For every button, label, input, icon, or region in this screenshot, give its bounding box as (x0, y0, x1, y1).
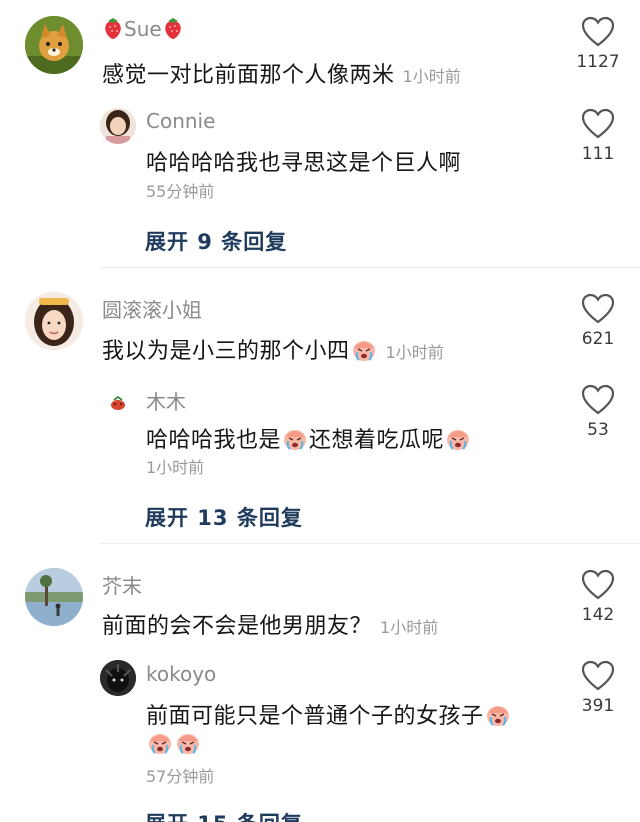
reply-author[interactable]: Connie (146, 109, 215, 133)
heart-outline-icon (581, 108, 615, 139)
like-button[interactable]: 53 (574, 384, 622, 440)
strawberry-icon (102, 16, 124, 40)
crying-emoji-icon (485, 703, 511, 727)
crying-emoji-icon (175, 731, 201, 755)
crying-emoji-icon (445, 427, 471, 451)
like-button[interactable]: 1127 (574, 16, 622, 72)
like-count: 391 (581, 696, 615, 716)
reply-time: 1小时前 (146, 458, 205, 477)
avatar[interactable] (25, 568, 83, 626)
like-button[interactable]: 142 (574, 569, 622, 625)
comment-time: 1小时前 (380, 618, 439, 637)
divider (100, 267, 640, 268)
crying-emoji-icon (282, 427, 308, 451)
avatar[interactable] (25, 16, 83, 74)
comment-author[interactable]: 芥末 (102, 570, 142, 599)
like-count: 621 (581, 329, 615, 349)
reply-body: 哈哈哈我也是 (146, 428, 282, 453)
like-count: 53 (587, 420, 609, 440)
heart-outline-icon (581, 569, 615, 600)
comment-time: 1小时前 (402, 67, 461, 86)
divider (100, 543, 640, 544)
author-name: Sue (124, 17, 162, 41)
heart-outline-icon (581, 293, 615, 324)
like-count: 111 (581, 144, 615, 164)
crying-emoji-icon (351, 338, 377, 362)
reply-body: 前面可能只是个普通个子的女孩子 (146, 704, 484, 729)
avatar[interactable] (100, 660, 136, 696)
comment-body: 我以为是小三的那个小四 (102, 339, 350, 364)
comment-author[interactable]: Sue (102, 16, 184, 41)
avatar[interactable] (100, 108, 136, 144)
like-button[interactable]: 111 (574, 108, 622, 164)
reply-author[interactable]: kokoyo (146, 662, 216, 686)
strawberry-icon (162, 16, 184, 40)
expand-replies-link[interactable]: 展开 15 条回复 (145, 808, 303, 822)
like-count: 142 (581, 605, 615, 625)
reply-text[interactable]: 哈哈哈我也是 还想着吃瓜呢 (146, 422, 472, 454)
avatar[interactable] (25, 292, 83, 350)
reply-emoji-line (146, 731, 202, 757)
comment-author[interactable]: 圆滚滚小姐 (102, 294, 202, 323)
expand-replies-link[interactable]: 展开 13 条回复 (145, 502, 303, 532)
comment-text[interactable]: 我以为是小三的那个小四 1小时前 (102, 333, 444, 365)
reply-time: 55分钟前 (146, 182, 215, 201)
reply-author[interactable]: 木木 (146, 386, 186, 415)
reply-body: 还想着吃瓜呢 (309, 428, 445, 453)
comment-body: 前面的会不会是他男朋友？ (102, 614, 373, 639)
comment-text[interactable]: 感觉一对比前面那个人像两米 1小时前 (102, 57, 461, 89)
comment-body: 感觉一对比前面那个人像两米 (102, 63, 395, 88)
like-button[interactable]: 391 (574, 660, 622, 716)
reply-text[interactable]: 哈哈哈哈我也寻思这是个巨人啊 (146, 145, 461, 177)
heart-outline-icon (581, 660, 615, 691)
avatar[interactable] (100, 384, 136, 420)
comment-time: 1小时前 (385, 343, 444, 362)
comment-text[interactable]: 前面的会不会是他男朋友？ 1小时前 (102, 608, 438, 640)
heart-outline-icon (581, 384, 615, 415)
reply-time: 57分钟前 (146, 767, 215, 786)
expand-replies-link[interactable]: 展开 9 条回复 (145, 226, 287, 256)
like-button[interactable]: 621 (574, 293, 622, 349)
reply-text[interactable]: 前面可能只是个普通个子的女孩子 (146, 698, 512, 730)
like-count: 1127 (576, 52, 620, 72)
crying-emoji-icon (147, 731, 173, 755)
heart-outline-icon (581, 16, 615, 47)
